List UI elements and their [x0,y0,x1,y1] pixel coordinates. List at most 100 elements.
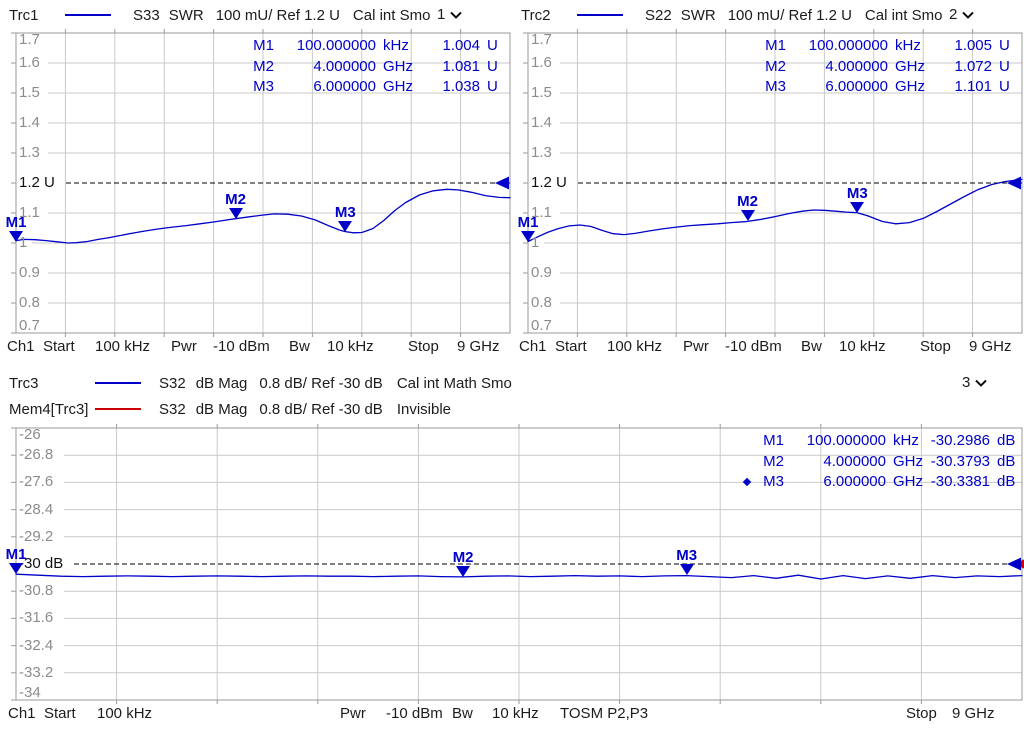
window-selector-2[interactable]: 2 [949,6,975,23]
y-axis-label: 1.5 [19,84,40,101]
marker-value: 1.005 [954,37,992,55]
bandwidth-value[interactable]: 10 kHz [492,705,539,722]
meas-parameter[interactable]: S32 [159,375,186,392]
meas-parameter[interactable]: S32 [159,401,186,418]
stop-value[interactable]: 9 GHz [952,705,995,722]
marker-m1-triangle[interactable] [521,230,535,242]
trace-name[interactable]: Trc1 [9,7,55,24]
channel-label[interactable]: Ch1 [519,338,547,355]
bandwidth-label[interactable]: Bw [289,338,310,355]
start-label[interactable]: Start [43,338,75,355]
trace-header-trc2: Trc2 S22 SWR 100 mU/ Ref 1.2 U Cal int S… [512,0,1024,30]
trace-format[interactable]: SWR [169,7,204,24]
channel-label[interactable]: Ch1 [8,705,36,722]
marker-m2-label: M2 [225,190,246,208]
channel-label[interactable]: Ch1 [7,338,35,355]
marker-m3-triangle[interactable] [850,201,865,213]
trace-legend-line [95,408,141,410]
trace-format[interactable]: SWR [681,7,716,24]
marker-frequency: 6.000000 [825,78,888,96]
power-label[interactable]: Pwr [683,338,709,355]
marker-readout-row-m2: M2 4.000000 GHz -30.3793 dB [740,452,1016,473]
trace-scale[interactable]: 0.8 dB/ Ref -30 dB [259,401,382,418]
marker-m3-triangle[interactable] [679,564,694,576]
marker-frequency-unit: GHz [383,57,413,75]
marker-m3-label: M3 [676,547,698,565]
marker-m1-triangle[interactable] [9,563,23,575]
meas-parameter[interactable]: S33 [133,7,160,24]
power-value[interactable]: -10 dBm [386,705,443,722]
window-selector-3[interactable]: 3 [962,374,988,391]
marker-readout-row-m2: M2 4.000000 GHz 1.072 U [742,57,1018,78]
marker-m1-triangle[interactable] [9,230,23,242]
y-axis-label: -34 [19,684,41,701]
marker-m2-triangle[interactable] [456,565,471,577]
marker-m1-label: M1 [5,213,27,231]
trace-format[interactable]: dB Mag [196,401,248,418]
marker-m2-triangle[interactable] [228,207,243,219]
y-axis-label: -27.6 [19,473,54,491]
marker-m3-triangle[interactable] [338,220,353,232]
trace-name[interactable]: Trc3 [9,375,95,392]
start-label[interactable]: Start [555,338,587,355]
trace-format[interactable]: dB Mag [196,375,248,392]
y-axis-label: 1.2 U [19,174,55,191]
power-value[interactable]: -10 dBm [725,338,782,355]
marker-m1-label: M1 [517,213,539,231]
bandwidth-value[interactable]: 10 kHz [839,338,886,355]
ref-level-arrow[interactable] [1007,176,1021,190]
bandwidth-label[interactable]: Bw [801,338,822,355]
start-value[interactable]: 100 kHz [97,705,152,722]
marker-frequency-unit: GHz [895,57,925,75]
trace-name[interactable]: Trc2 [521,7,567,24]
marker-m2-triangle[interactable] [740,210,755,222]
y-axis-label: 1.2 U [531,174,567,191]
trace-name[interactable]: Mem4[Trc3] [9,401,95,418]
stop-value[interactable]: 9 GHz [457,338,500,355]
marker-value-unit: U [487,57,498,75]
marker-frequency: 6.000000 [313,78,376,96]
bandwidth-label[interactable]: Bw [452,705,473,722]
power-label[interactable]: Pwr [171,338,197,355]
channel-statusbar-3: Ch1 Start 100 kHz Pwr -10 dBm Bw 10 kHz … [0,700,1024,729]
trace-header-trc3: Trc3 S32 dB Mag 0.8 dB/ Ref -30 dB Cal i… [0,370,700,396]
trace-scale[interactable]: 100 mU/ Ref 1.2 U [728,7,852,24]
start-label[interactable]: Start [44,705,76,722]
meas-parameter[interactable]: S22 [645,7,672,24]
marker-frequency: 6.000000 [823,473,886,491]
marker-readout-trc1: M1 100.000000 kHz 1.004 U M2 4.000000 GHz 1.081 U… [230,36,506,98]
marker-value-unit: U [999,37,1010,55]
ref-level-arrow[interactable] [495,176,509,190]
stop-label[interactable]: Stop [920,338,951,355]
window-number: 1 [437,6,446,23]
marker-frequency: 4.000000 [825,57,888,75]
y-axis-label: 0.8 [19,294,40,311]
y-axis-label: 1.3 [19,144,40,161]
marker-m2-label: M2 [452,548,474,566]
stop-label[interactable]: Stop [408,338,439,355]
marker-value: 1.072 [954,57,992,75]
stop-label[interactable]: Stop [906,705,937,722]
bandwidth-value[interactable]: 10 kHz [327,338,374,355]
trace-header-trc1: Trc1 S33 SWR 100 mU/ Ref 1.2 U Cal int S… [0,0,512,30]
y-axis-label: 1.4 [531,114,552,131]
marker-frequency-unit: GHz [895,78,925,96]
vna-screen: Trc1 S33 SWR 100 mU/ Ref 1.2 U Cal int S… [0,0,1024,729]
y-axis-label: -30.8 [19,582,54,600]
power-label[interactable]: Pwr [340,705,366,722]
trace-scale[interactable]: 0.8 dB/ Ref -30 dB [259,375,382,392]
trace-scale[interactable]: 100 mU/ Ref 1.2 U [216,7,340,24]
marker-name: M1 [765,37,786,55]
start-value[interactable]: 100 kHz [607,338,662,355]
trace-cal-status: Cal int Math Smo [396,374,512,392]
power-value[interactable]: -10 dBm [213,338,270,355]
marker-name: M2 [765,57,786,75]
ref-level-arrow[interactable] [1007,557,1021,571]
start-value[interactable]: 100 kHz [95,338,150,355]
stop-value[interactable]: 9 GHz [969,338,1012,355]
marker-frequency-unit: kHz [893,432,919,450]
y-axis-label: -32.4 [19,636,54,654]
y-axis-label: -29.2 [19,527,54,545]
window-selector-1[interactable]: 1 [437,6,463,23]
marker-frequency-unit: GHz [383,78,413,96]
